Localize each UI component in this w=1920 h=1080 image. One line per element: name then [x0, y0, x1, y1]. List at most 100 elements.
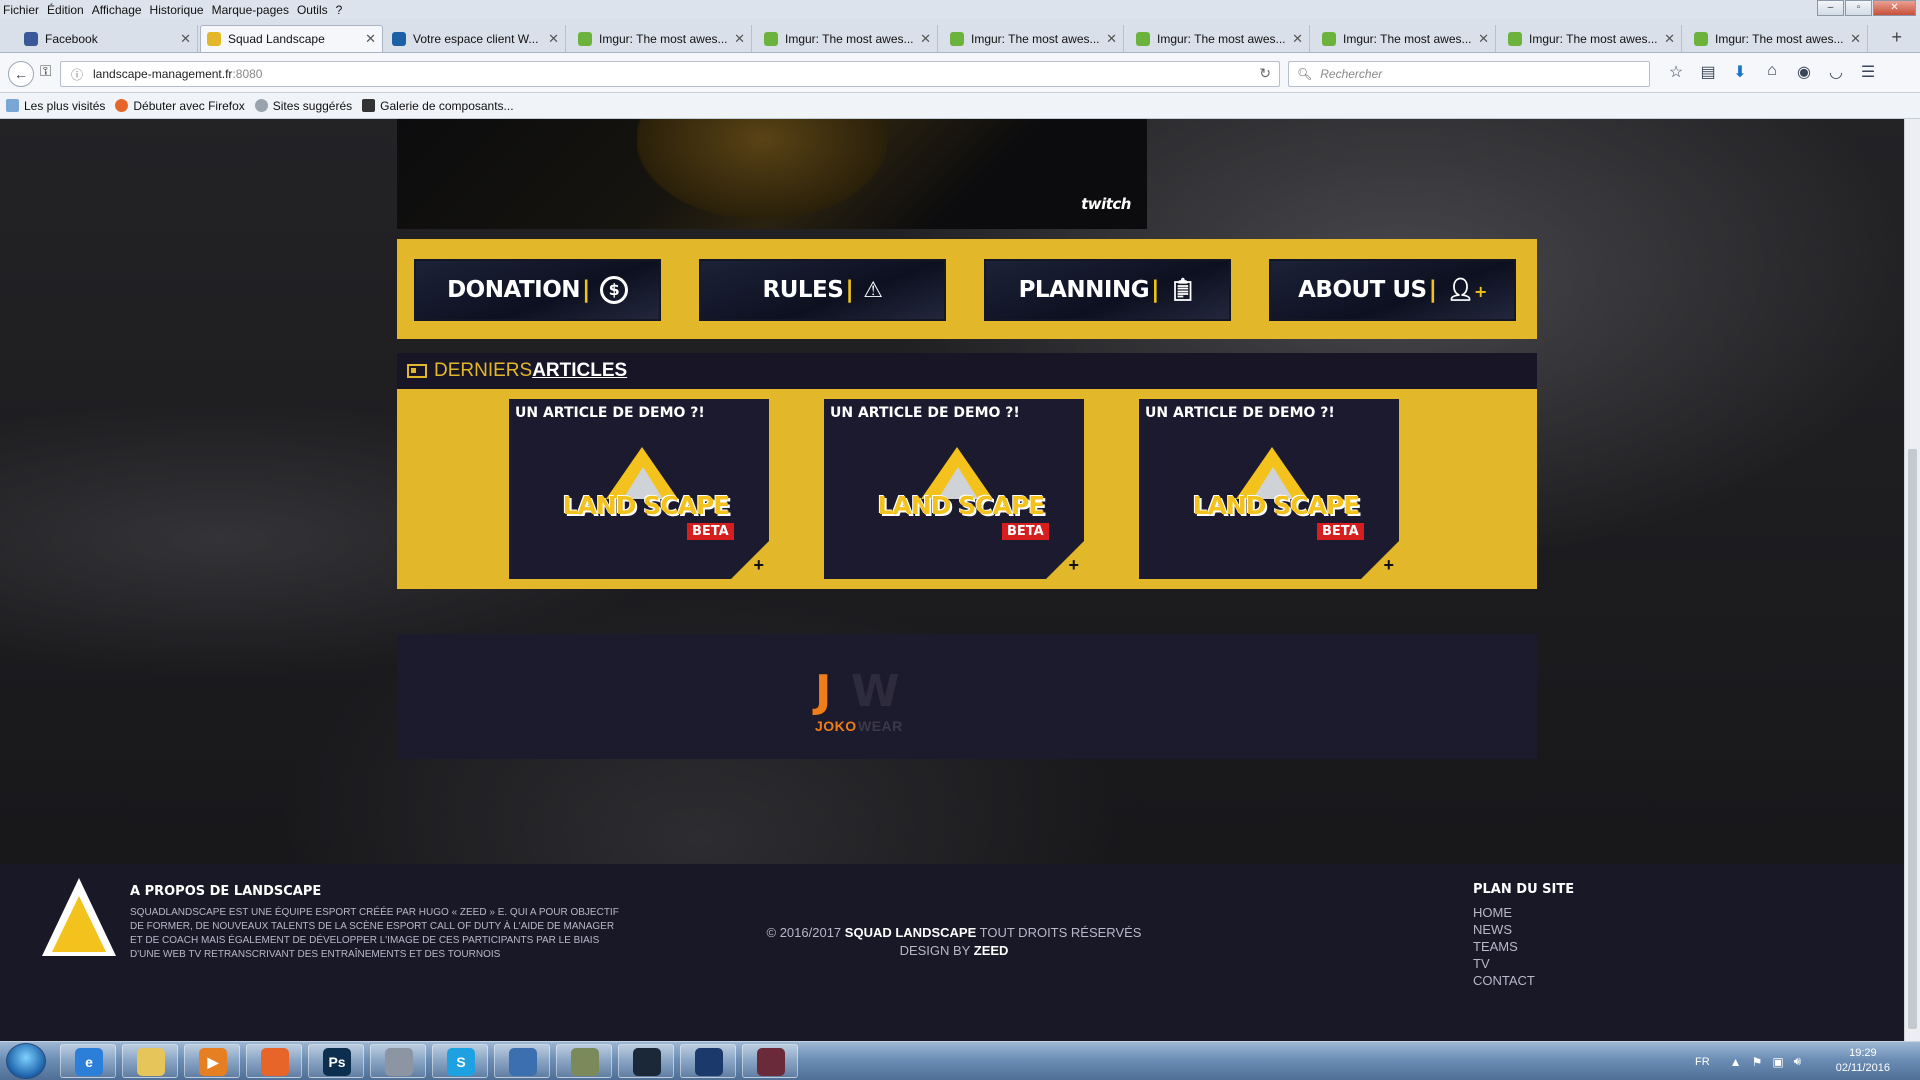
sitemap-link-tv[interactable]: TV: [1473, 955, 1574, 972]
article-card[interactable]: UN ARTICLE DE DEMO ?! LAND SCAPE BETA +: [824, 399, 1084, 579]
back-button[interactable]: ←: [8, 61, 34, 87]
action-center-flag-icon[interactable]: ⚑: [1752, 1055, 1763, 1069]
tab-squad-landscape[interactable]: Squad Landscape ✕: [200, 25, 383, 52]
taskbar-app[interactable]: S: [432, 1044, 488, 1078]
volume-icon[interactable]: 🔊︎: [1794, 1054, 1802, 1069]
bookmark-star-icon[interactable]: ☆: [1660, 62, 1692, 82]
article-card[interactable]: UN ARTICLE DE DEMO ?! LAND SCAPE BETA +: [1139, 399, 1399, 579]
reload-icon[interactable]: ↻: [1259, 65, 1271, 82]
sitemap-link-contact[interactable]: CONTACT: [1473, 972, 1574, 989]
bookmark-most-visited[interactable]: Les plus visités: [6, 99, 105, 113]
twitch-logo[interactable]: twitch: [1081, 195, 1131, 213]
tab-close-icon[interactable]: ✕: [1106, 31, 1117, 47]
jokowear-logo[interactable]: J W JOKO WEAR: [815, 666, 935, 736]
menu-file[interactable]: Fichier: [0, 3, 42, 17]
menu-view[interactable]: Affichage: [89, 3, 145, 17]
clock[interactable]: 19:29 02/11/2016: [1836, 1046, 1890, 1076]
heading-light: DERNIERS: [434, 360, 533, 381]
new-tab-button[interactable]: +: [1891, 27, 1902, 48]
rules-button[interactable]: RULES | ⚠: [699, 259, 946, 321]
taskbar-app[interactable]: [556, 1044, 612, 1078]
key-icon[interactable]: ⚿: [40, 63, 51, 80]
show-hidden-icons-icon[interactable]: ▲: [1730, 1055, 1742, 1069]
search-bar[interactable]: 🔍︎ Rechercher: [1288, 61, 1650, 87]
disc-icon: [385, 1048, 413, 1076]
taskbar-app[interactable]: Ps: [308, 1044, 364, 1078]
home-icon[interactable]: ⌂: [1756, 62, 1788, 82]
firefox-icon: [115, 99, 129, 112]
site-icon: [392, 31, 406, 46]
sitemap-link-teams[interactable]: TEAMS: [1473, 938, 1574, 955]
donation-button[interactable]: DONATION | $: [414, 259, 661, 321]
scrollbar-thumb[interactable]: [1908, 449, 1917, 1029]
tab-close-icon[interactable]: ✕: [365, 31, 376, 47]
taskbar-app[interactable]: [122, 1044, 178, 1078]
plus-icon[interactable]: +: [1068, 555, 1079, 576]
maximize-button[interactable]: ▫: [1845, 0, 1872, 16]
tab-close-icon[interactable]: ✕: [1850, 31, 1861, 47]
taskbar-app[interactable]: [742, 1044, 798, 1078]
bookmark-suggested-sites[interactable]: Sites suggérés: [254, 99, 352, 113]
search-placeholder: Rechercher: [1320, 67, 1383, 81]
vertical-scrollbar[interactable]: [1904, 119, 1920, 1041]
menu-help[interactable]: ?: [333, 3, 346, 17]
tab-close-icon[interactable]: ✕: [180, 31, 191, 47]
taskbar-app[interactable]: [680, 1044, 736, 1078]
taskbar-app[interactable]: ▶: [184, 1044, 240, 1078]
taskbar-app[interactable]: e: [60, 1044, 116, 1078]
taskbar-app[interactable]: [618, 1044, 674, 1078]
taskbar-app[interactable]: [370, 1044, 426, 1078]
tab-close-icon[interactable]: ✕: [548, 31, 559, 47]
site-info-icon[interactable]: ⓘ: [71, 66, 83, 83]
taskbar-app[interactable]: [494, 1044, 550, 1078]
tab-espace-client[interactable]: Votre espace client W... ✕: [386, 25, 566, 52]
article-title: UN ARTICLE DE DEMO ?!: [830, 405, 1020, 421]
download-icon[interactable]: ⬇: [1724, 62, 1756, 82]
tab-imgur[interactable]: Imgur: The most awes... ✕: [1688, 25, 1868, 52]
imgur-icon: [578, 31, 592, 46]
pocket-icon[interactable]: ◡: [1820, 62, 1852, 82]
planning-button[interactable]: PLANNING | 📋︎: [984, 259, 1231, 321]
tab-imgur[interactable]: Imgur: The most awes... ✕: [944, 25, 1124, 52]
language-indicator[interactable]: FR: [1695, 1056, 1710, 1068]
tab-imgur[interactable]: Imgur: The most awes... ✕: [1502, 25, 1682, 52]
heading-bold[interactable]: ARTICLES: [532, 360, 627, 382]
tab-bar: Facebook ✕ Squad Landscape ✕ Votre espac…: [0, 19, 1920, 53]
tab-imgur[interactable]: Imgur: The most awes... ✕: [1316, 25, 1496, 52]
hamburger-menu-icon[interactable]: ☰: [1852, 62, 1884, 82]
bookmark-gallery[interactable]: Galerie de composants...: [362, 99, 514, 113]
menu-tools[interactable]: Outils: [294, 3, 331, 17]
close-window-button[interactable]: ✕: [1873, 0, 1916, 16]
system-tray: FR ▲ ⚑ ▣ 🔊︎: [1695, 1042, 1811, 1080]
reading-list-icon[interactable]: ▤: [1692, 62, 1724, 82]
tab-close-icon[interactable]: ✕: [920, 31, 931, 47]
tab-close-icon[interactable]: ✕: [734, 31, 745, 47]
tab-close-icon[interactable]: ✕: [1478, 31, 1489, 47]
article-card[interactable]: UN ARTICLE DE DEMO ?! LAND SCAPE BETA +: [509, 399, 769, 579]
tab-imgur[interactable]: Imgur: The most awes... ✕: [758, 25, 938, 52]
menu-bookmarks[interactable]: Marque-pages: [209, 3, 292, 17]
network-icon[interactable]: ▣: [1772, 1055, 1783, 1069]
menu-history[interactable]: Historique: [147, 3, 207, 17]
twitch-stream-embed[interactable]: twitch: [397, 119, 1147, 229]
menu-edit[interactable]: Édition: [44, 3, 87, 17]
minimize-button[interactable]: –: [1817, 0, 1844, 16]
plus-icon[interactable]: +: [1383, 555, 1394, 576]
tab-close-icon[interactable]: ✕: [1664, 31, 1675, 47]
sitemap-link-news[interactable]: NEWS: [1473, 921, 1574, 938]
adblock-icon[interactable]: ◉: [1788, 62, 1820, 82]
url-bar[interactable]: ⓘ landscape-management.fr:8080 ↻: [60, 61, 1280, 87]
tab-close-icon[interactable]: ✕: [1292, 31, 1303, 47]
bookmark-firefox-start[interactable]: Débuter avec Firefox: [115, 99, 245, 113]
tab-facebook[interactable]: Facebook ✕: [18, 25, 198, 52]
plus-icon[interactable]: +: [753, 555, 764, 576]
imgur-icon: [1136, 31, 1150, 46]
start-button[interactable]: [6, 1043, 46, 1079]
beta-badge: BETA: [1002, 523, 1049, 540]
tab-imgur[interactable]: Imgur: The most awes... ✕: [1130, 25, 1310, 52]
clipboard-icon: 📋︎: [1168, 277, 1197, 303]
sitemap-link-home[interactable]: HOME: [1473, 904, 1574, 921]
tab-imgur[interactable]: Imgur: The most awes... ✕: [572, 25, 752, 52]
about-us-button[interactable]: ABOUT US | 👤︎+: [1269, 259, 1516, 321]
taskbar-app[interactable]: [246, 1044, 302, 1078]
